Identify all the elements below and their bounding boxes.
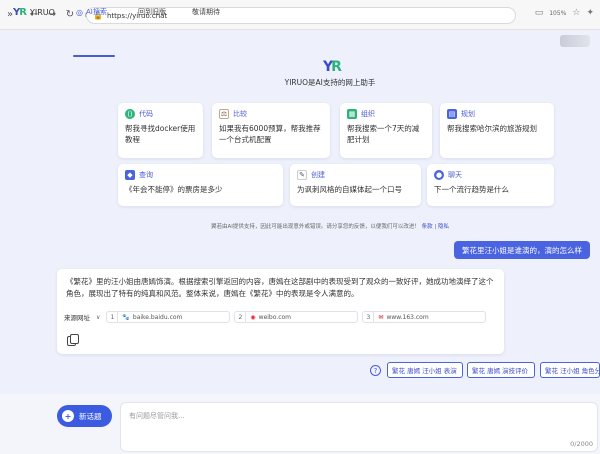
related-query-chip[interactable]: 繁花 唐嫣 汪小姐 表演 (387, 362, 463, 378)
card-tag: 创建 (311, 171, 325, 179)
card-tag: 比较 (233, 110, 247, 118)
new-chat-icon: + (62, 410, 74, 422)
tab-label: 敬请期待 (192, 8, 220, 16)
wand-icon: ✎ (297, 170, 307, 180)
privacy-link[interactable]: 隐私 (438, 224, 449, 230)
terms-link[interactable]: 条款 (422, 224, 433, 230)
scale-icon: ⚖ (219, 109, 229, 119)
new-topic-label: 新话题 (79, 411, 102, 421)
source-site: baike.baidu.com (132, 313, 183, 321)
user-message-text: 繁花里汪小姐是谁演的，演的怎么样 (462, 245, 582, 255)
avatar[interactable] (560, 35, 590, 47)
paw-icon: 🐾 (122, 313, 130, 321)
card-text: 帮我搜索一个7天的减肥计划 (347, 124, 420, 144)
prompt-card-chat[interactable]: ● 聊天 下一个流行趋势是什么 (427, 164, 554, 206)
screenshot-icon[interactable]: ▭ (535, 8, 544, 18)
grid-icon: ▦ (347, 109, 357, 119)
chat-icon: ● (434, 170, 444, 180)
source-link[interactable]: 1 🐾 baike.baidu.com (106, 311, 231, 323)
ai-search-icon: ◎ (76, 7, 83, 17)
active-tab-indicator (73, 55, 115, 57)
help-icon[interactable]: ? (370, 365, 381, 376)
prompt-card-code[interactable]: ⟨⟩ 代码 帮我寻找docker使用教程 (118, 103, 203, 158)
chat-input-box[interactable]: 0/2000 (120, 402, 598, 452)
logo-mark: YR (13, 7, 27, 18)
prompt-card-query[interactable]: ◆ 查询 《年会不能停》的票房是多少 (118, 164, 283, 206)
prompt-card-create[interactable]: ✎ 创建 为讽刺风格的自媒体起一个口号 (290, 164, 421, 206)
card-tag: 规划 (461, 110, 475, 118)
user-message: 繁花里汪小姐是谁演的，演的怎么样 (454, 241, 590, 259)
extension-icon[interactable]: ✦ (586, 8, 594, 18)
card-tag: 聊天 (448, 171, 462, 179)
code-icon: ⟨⟩ (125, 109, 135, 119)
card-text: 为讽刺风格的自媒体起一个口号 (297, 185, 402, 194)
card-tag: 代码 (139, 110, 153, 118)
zoom-level[interactable]: 105% (549, 10, 566, 17)
card-text: 《年会不能停》的票房是多少 (125, 185, 223, 194)
tab-label: 回到旧版 (138, 8, 166, 16)
tab-label: AI搜索 (85, 8, 107, 16)
mail-icon: ✉ (378, 313, 384, 321)
prompt-card-plan[interactable]: ▤ 规划 帮我搜索哈尔滨的旅游规划 (440, 103, 554, 158)
tab-ai-search[interactable]: ◎ AI搜索 (76, 7, 107, 17)
card-text: 下一个流行趋势是什么 (434, 185, 509, 194)
hero-subtitle: YIRUO是AI支持的网上助手 (284, 78, 376, 87)
card-tag: 组织 (361, 110, 375, 118)
disclaimer: 翼若由AI提供支持，因此可能出现意外或错误。请分享您的反馈，以便我们可以改进！ … (210, 224, 450, 230)
chat-input[interactable] (129, 412, 529, 420)
char-counter: 0/2000 (570, 440, 593, 448)
chevron-down-icon[interactable]: ∨ (96, 314, 100, 321)
card-text: 帮我搜索哈尔滨的旅游规划 (447, 124, 537, 133)
tag-icon: ◆ (125, 170, 135, 180)
prompt-card-compare[interactable]: ⚖ 比较 如果我有6000预算，帮我推荐一个台式机配置 (212, 103, 330, 158)
sources-label: 来源网址 (64, 314, 90, 322)
logo-text: YIRUO (29, 8, 55, 17)
hero-logo: YR (323, 59, 342, 75)
new-topic-button[interactable]: + 新话题 (57, 405, 112, 427)
source-site: www.163.com (386, 313, 429, 321)
source-site: weibo.com (258, 313, 292, 321)
card-text: 如果我有6000预算，帮我推荐一个台式机配置 (219, 124, 321, 144)
disclaimer-text: 翼若由AI提供支持，因此可能出现意外或错误。请分享您的反馈，以便我们可以改进！ (210, 224, 420, 230)
tab-old-version[interactable]: 回到旧版 (138, 7, 166, 17)
source-link[interactable]: 3 ✉ www.163.com (362, 311, 487, 323)
calendar-icon: ▤ (447, 109, 457, 119)
related-query-chip[interactable]: 繁花 唐嫣 演技评价 (467, 362, 535, 378)
browser-actions: ▭ 105% ☆ ✦ (535, 8, 594, 18)
source-link[interactable]: 2 ◉ weibo.com (234, 311, 359, 323)
source-number: 2 (235, 312, 247, 322)
tab-coming-soon[interactable]: 敬请期待 (192, 7, 220, 17)
weibo-icon: ◉ (250, 313, 256, 321)
source-number: 1 (107, 312, 119, 322)
copy-icon[interactable] (67, 334, 79, 346)
card-tag: 查询 (139, 171, 153, 179)
answer-card: 《繁花》里的汪小姐由唐嫣饰演。根据搜索引擎返回的内容，唐嫣在这部剧中的表现受到了… (57, 269, 504, 354)
related-query-chip[interactable]: 繁花 汪小姐 角色分析 (540, 362, 600, 378)
answer-text: 《繁花》里的汪小姐由唐嫣饰演。根据搜索引擎返回的内容，唐嫣在这部剧中的表现受到了… (66, 277, 494, 298)
prompt-card-organize[interactable]: ▦ 组织 帮我搜索一个7天的减肥计划 (340, 103, 432, 158)
source-number: 3 (363, 312, 375, 322)
favorite-icon[interactable]: ☆ (572, 8, 580, 18)
card-text: 帮我寻找docker使用教程 (125, 124, 196, 144)
site-logo[interactable]: YR YIRUO (13, 7, 55, 18)
sources-row: 来源网址 ∨ 1 🐾 baike.baidu.com 2 ◉ weibo.com… (64, 311, 487, 323)
